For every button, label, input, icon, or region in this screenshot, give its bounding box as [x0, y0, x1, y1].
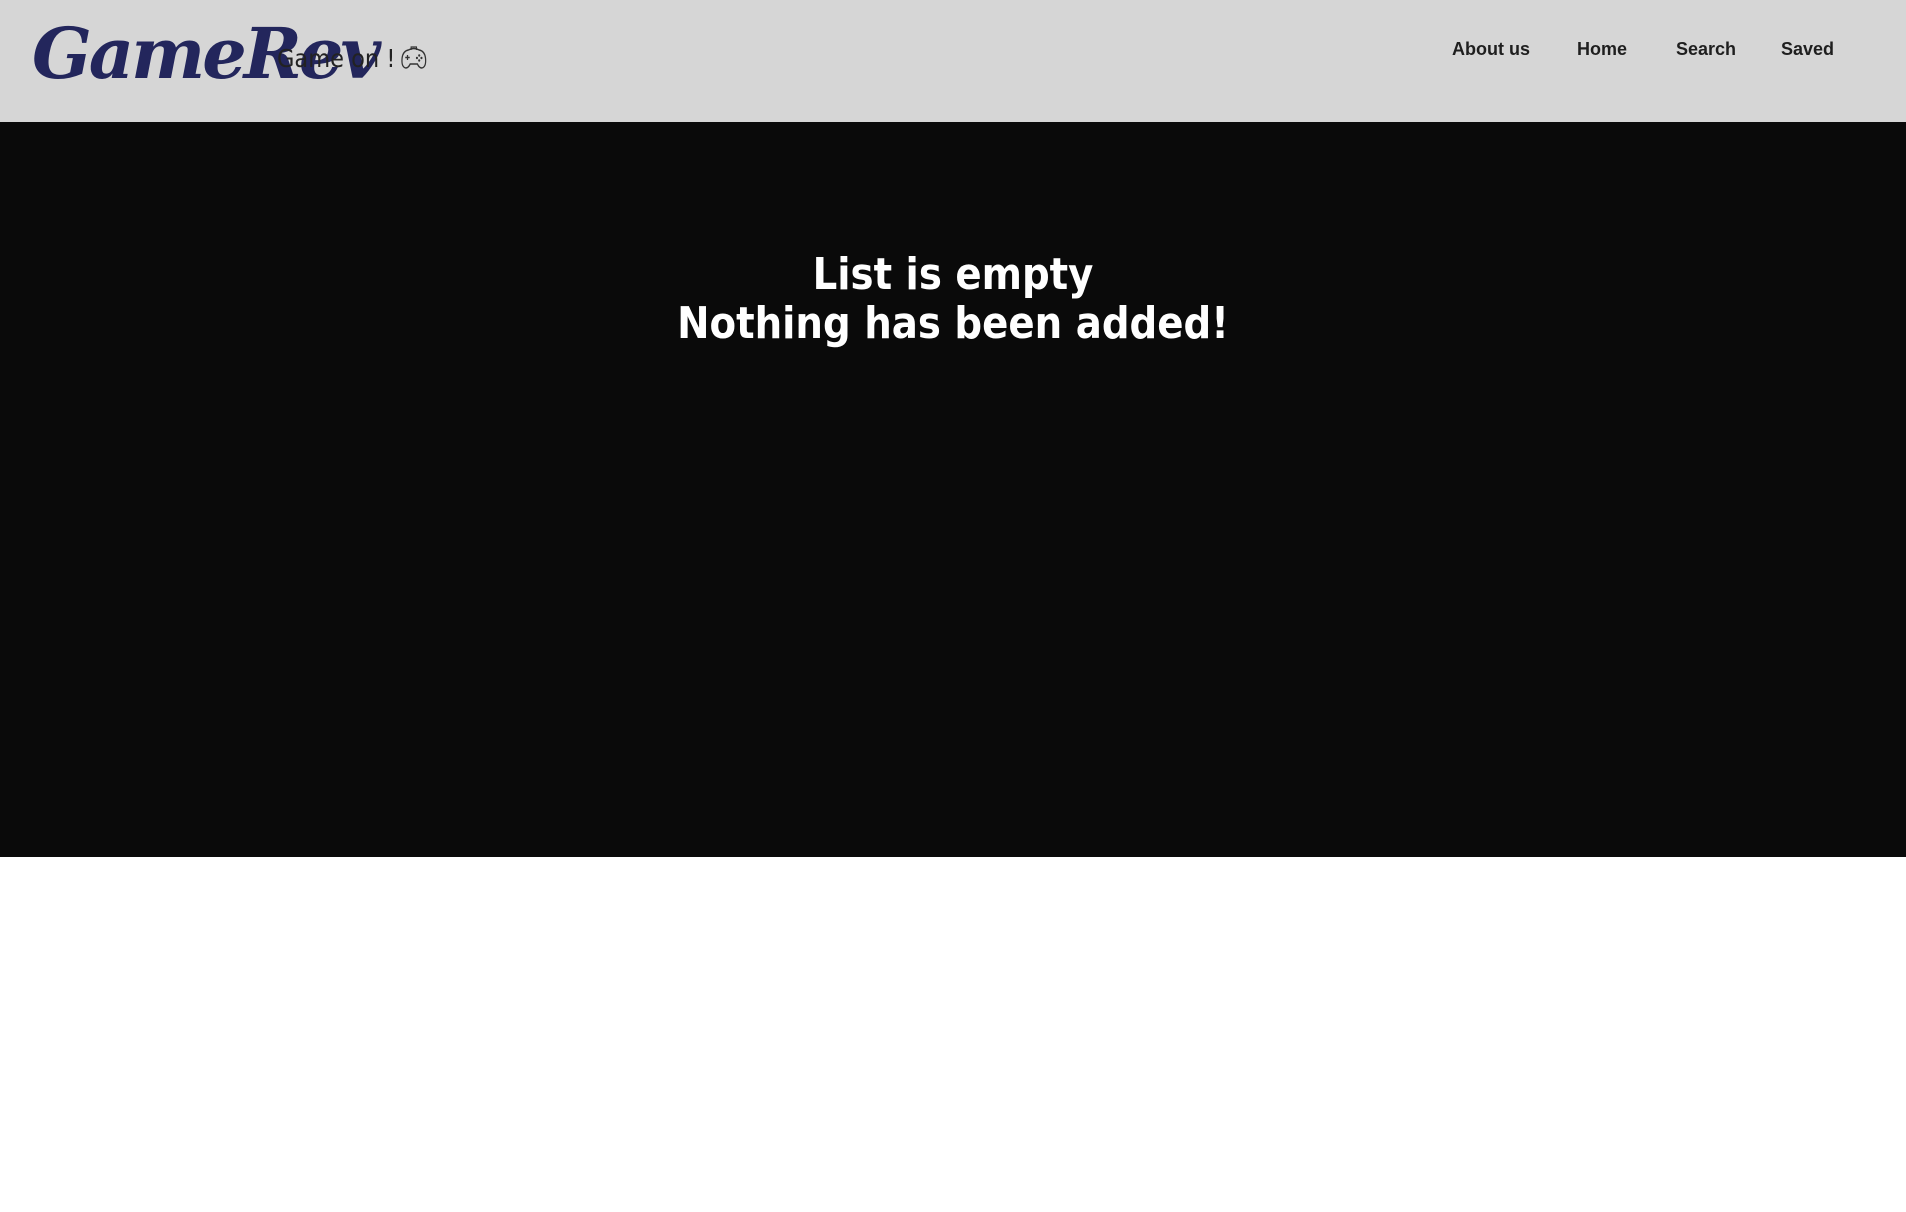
nav-home[interactable]: Home	[1577, 30, 1627, 68]
tagline-text: Game on !	[277, 43, 396, 73]
saved-list-area: List is empty Nothing has been added!	[0, 122, 1906, 857]
empty-state-title: List is empty	[812, 249, 1094, 300]
tagline: Game on !	[277, 38, 428, 78]
nav-about-us[interactable]: About us	[1452, 30, 1530, 68]
gamepad-icon	[401, 45, 428, 71]
empty-state-message: List is empty Nothing has been added!	[0, 250, 1906, 348]
empty-state-subtitle: Nothing has been added!	[677, 298, 1229, 349]
nav-saved[interactable]: Saved	[1781, 30, 1834, 68]
nav-search[interactable]: Search	[1676, 30, 1736, 68]
site-header: GameRev Game on ! About us Home Search S…	[0, 0, 1906, 122]
